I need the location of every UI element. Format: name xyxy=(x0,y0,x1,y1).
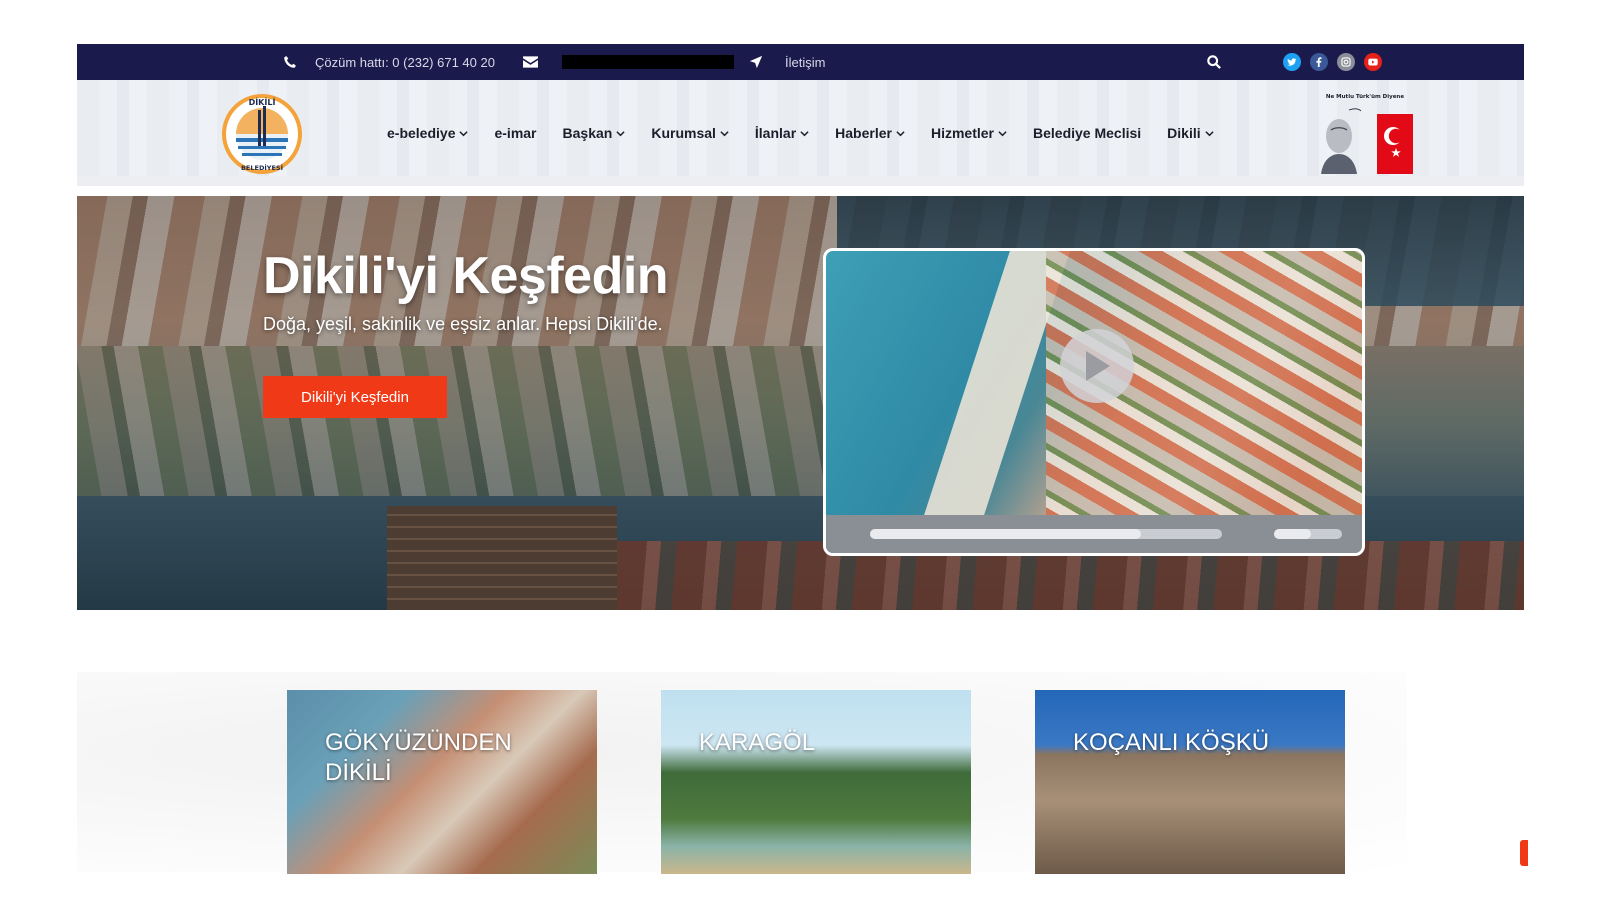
nav-label: e-belediye xyxy=(387,125,456,141)
card-title: KARAGÖL xyxy=(699,729,816,756)
svg-text:DİKİLİ: DİKİLİ xyxy=(249,97,276,107)
nav-e-imar[interactable]: e-imar xyxy=(494,125,536,141)
contact-label: İletişim xyxy=(785,54,826,70)
hero-subtitle: Doğa, yeşil, sakinlik ve eşsiz anlar. He… xyxy=(263,314,663,334)
play-button[interactable] xyxy=(1060,329,1134,403)
nav-label: Kurumsal xyxy=(651,125,716,141)
ataturk-caption: Ne Mutlu Türk'üm Diyene xyxy=(1326,94,1404,100)
video-progress-fill xyxy=(870,529,1142,539)
hotline-text: Çözüm hattı: 0 (232) 671 40 20 xyxy=(315,54,495,70)
video-progress-bar[interactable] xyxy=(870,529,1222,539)
nav-kurumsal[interactable]: Kurumsal xyxy=(651,125,729,141)
top-bar: Çözüm hattı: 0 (232) 671 40 20 İletişim xyxy=(77,44,1524,80)
search-button[interactable] xyxy=(1207,44,1221,80)
card-kocanli-kosku[interactable]: KOÇANLI KÖŞKÜ xyxy=(1035,690,1345,874)
facebook-icon[interactable] xyxy=(1310,53,1328,71)
search-icon xyxy=(1207,55,1221,69)
nav-belediye-meclisi[interactable]: Belediye Meclisi xyxy=(1033,125,1141,141)
contact-link[interactable]: İletişim xyxy=(749,44,825,80)
side-feedback-tab[interactable] xyxy=(1520,840,1528,866)
svg-text:BELEDİYESİ: BELEDİYESİ xyxy=(241,163,283,172)
nav-dikili[interactable]: Dikili xyxy=(1167,125,1214,141)
volume-slider[interactable] xyxy=(1274,529,1342,539)
twitter-icon[interactable] xyxy=(1283,53,1301,71)
nav-label: e-imar xyxy=(494,125,537,141)
card-title: KOÇANLI KÖŞKÜ xyxy=(1073,729,1270,756)
main-nav: e-belediye e-imar Başkan Kurumsal İlanla… xyxy=(387,80,1240,186)
nav-hizmetler[interactable]: Hizmetler xyxy=(931,125,1007,141)
chevron-down-icon xyxy=(459,130,469,136)
site-header: DİKİLİ BELEDİYESİ e-belediye e-imar Başk… xyxy=(77,80,1524,186)
chevron-down-icon xyxy=(998,130,1007,136)
nav-label: İlanlar xyxy=(754,125,797,141)
video-player[interactable] xyxy=(823,248,1365,556)
phone-icon xyxy=(284,56,296,68)
card-karagol[interactable]: KARAGÖL xyxy=(661,690,971,874)
video-controls xyxy=(826,515,1362,553)
social-links xyxy=(1283,53,1382,71)
chevron-down-icon xyxy=(1205,130,1214,136)
ataturk-flag-emblem: Ne Mutlu Türk'üm Diyene xyxy=(1321,94,1413,174)
instagram-icon[interactable] xyxy=(1337,53,1355,71)
nav-ilanlar[interactable]: İlanlar xyxy=(755,125,809,141)
chevron-down-icon xyxy=(720,130,729,136)
nav-baskan[interactable]: Başkan xyxy=(563,125,626,141)
chevron-down-icon xyxy=(800,130,809,136)
nav-label: Hizmetler xyxy=(930,125,994,141)
chevron-down-icon xyxy=(616,130,625,136)
redacted-email xyxy=(562,55,734,69)
card-gokyuzunden-dikili[interactable]: GÖKYÜZÜNDEN DİKİLİ xyxy=(287,690,597,874)
hotline[interactable]: Çözüm hattı: 0 (232) 671 40 20 xyxy=(283,44,495,80)
email-link[interactable] xyxy=(523,44,734,80)
explore-button[interactable]: Dikili'yi Keşfedin xyxy=(263,376,447,418)
nav-e-belediye[interactable]: e-belediye xyxy=(387,125,469,141)
envelope-icon xyxy=(523,56,538,68)
hero-section: Dikili'yi Keşfedin Doğa, yeşil, sakinlik… xyxy=(77,196,1524,610)
nav-label: Dikili xyxy=(1167,125,1201,141)
municipality-logo[interactable]: DİKİLİ BELEDİYESİ xyxy=(220,92,304,176)
nav-label: Haberler xyxy=(835,125,892,141)
hero-title: Dikili'yi Keşfedin xyxy=(263,247,669,305)
volume-fill xyxy=(1274,529,1312,539)
nav-label: Belediye Meclisi xyxy=(1033,125,1142,141)
card-title: GÖKYÜZÜNDEN DİKİLİ xyxy=(325,729,512,786)
location-arrow-icon xyxy=(749,55,763,69)
nav-label: Başkan xyxy=(562,125,613,141)
youtube-icon[interactable] xyxy=(1364,53,1382,71)
chevron-down-icon xyxy=(896,130,905,136)
play-icon xyxy=(1086,351,1110,381)
nav-haberler[interactable]: Haberler xyxy=(835,125,905,141)
